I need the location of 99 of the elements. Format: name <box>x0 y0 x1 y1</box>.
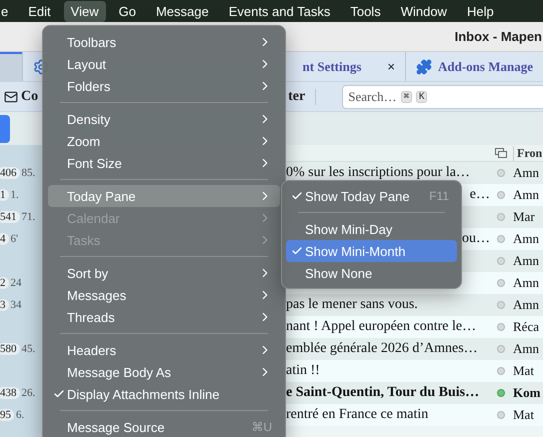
unread-count: 4 <box>0 233 8 245</box>
message-subject: 0% sur les inscriptions pour la… <box>286 165 470 181</box>
tab-label: Add-ons Manage <box>438 58 533 74</box>
message-sender: Amn <box>512 297 540 313</box>
menu-item[interactable]: Display Attachments Inline <box>48 383 280 405</box>
menu-item[interactable]: Font Size <box>48 152 280 174</box>
menu-item[interactable]: Folders <box>48 75 280 97</box>
status-dot[interactable] <box>497 169 505 177</box>
message-sender: Mar <box>512 209 536 225</box>
status-dot[interactable] <box>497 213 505 221</box>
compose-button[interactable]: Co <box>4 88 38 104</box>
message-sender: Amn <box>512 165 540 181</box>
search-field[interactable]: Search… ⌘ K <box>342 84 543 108</box>
folder-size: 6. <box>16 409 24 421</box>
menu-item[interactable]: Headers <box>48 339 280 361</box>
folder-size: 24 <box>10 277 22 289</box>
folder-size: 6' <box>10 233 18 245</box>
unread-count: 541 <box>0 211 20 223</box>
unread-count: 2 <box>0 277 8 289</box>
shortcut-text: F11 <box>429 189 449 203</box>
key-hint: K <box>416 90 428 102</box>
menu-bar-item[interactable]: Events and Tasks <box>222 0 338 22</box>
unread-count: 406 <box>0 167 20 179</box>
menu-bar-item[interactable]: Help <box>460 0 501 22</box>
menu-item[interactable]: Message Source ⌘U <box>48 416 280 437</box>
menu-item[interactable]: Threads <box>48 306 280 328</box>
menu-bar-item[interactable]: Tools <box>343 0 388 22</box>
filter-button[interactable]: ter <box>288 88 316 104</box>
status-dot[interactable] <box>497 235 505 243</box>
message-sender: Amn <box>512 231 540 247</box>
message-sender: Amn <box>512 341 540 357</box>
message-sender: Amn <box>512 253 540 269</box>
menu-item[interactable]: Show Mini-Day <box>286 218 457 240</box>
menu-bar-item[interactable]: View <box>64 0 106 22</box>
status-dot[interactable] <box>497 411 505 419</box>
menu-item[interactable]: Show Mini-Month <box>286 240 457 262</box>
column-header[interactable]: Fron <box>513 146 543 160</box>
menu-item[interactable]: Zoom <box>48 130 280 152</box>
quick-filter-button[interactable] <box>0 114 10 142</box>
message-subject: e Saint-Quentin, Tour du Buis… <box>286 385 480 401</box>
key-hint: ⌘ <box>400 90 412 102</box>
menu-item[interactable]: Density <box>48 108 280 130</box>
unread-count: 3 <box>0 299 8 311</box>
folder-size: 1. <box>10 189 19 201</box>
status-dot[interactable] <box>497 301 505 309</box>
checkmark-icon <box>291 190 303 202</box>
checkmark-icon <box>291 245 303 257</box>
menu-bar-item[interactable]: Message <box>148 0 216 22</box>
unread-count: 1 <box>0 189 8 201</box>
status-dot[interactable] <box>497 345 505 353</box>
tab-label: nt Settings <box>302 58 362 74</box>
menu-item[interactable]: Messages <box>48 284 280 306</box>
status-dot[interactable] <box>497 279 505 287</box>
message-sender: Amn <box>512 187 540 203</box>
folder-size: 85. <box>22 167 36 179</box>
close-icon[interactable]: × <box>387 59 395 74</box>
unread-count: 95 <box>0 409 14 421</box>
status-dot[interactable] <box>497 367 505 375</box>
message-sender: Mat <box>512 407 535 423</box>
message-subject: nant ! Appel européen contre le… <box>286 319 476 335</box>
message-subject: emblée générale 2026 d’Amnes… <box>286 341 478 357</box>
tab[interactable] <box>0 52 22 81</box>
shortcut-text: ⌘U <box>251 420 272 434</box>
menu-item[interactable]: Show None <box>286 262 457 284</box>
menu-bar-item[interactable]: e <box>0 0 16 22</box>
message-subject: pas le mener sans vous. <box>286 297 418 313</box>
tab[interactable]: Add-ons Manage <box>405 52 543 81</box>
puzzle-icon <box>416 58 432 74</box>
menu-bar-item[interactable]: Edit <box>21 0 58 22</box>
menu-item[interactable]: Today Pane <box>48 185 280 207</box>
menu-bar-item[interactable]: Window <box>394 0 454 22</box>
unread-count: 438 <box>0 387 20 399</box>
folder-size: 34 <box>10 299 22 311</box>
envelope-icon <box>4 90 18 104</box>
menu-item[interactable]: Toolbars <box>48 31 280 53</box>
folder-size: 26. <box>22 387 36 399</box>
thread-icon[interactable] <box>495 148 507 158</box>
menu-item[interactable]: Message Body As <box>48 361 280 383</box>
status-dot[interactable] <box>497 191 505 199</box>
checkmark-icon <box>53 388 65 400</box>
status-dot[interactable] <box>497 257 505 265</box>
message-sender: Amn <box>512 275 540 291</box>
status-dot[interactable] <box>497 323 505 331</box>
message-subject: e… <box>470 187 490 203</box>
message-sender: Réca <box>512 319 540 335</box>
status-dot[interactable] <box>497 389 505 397</box>
message-subject: ou… <box>462 231 490 247</box>
menu-bar-item[interactable]: Go <box>112 0 143 22</box>
menu-item[interactable]: Sort by <box>48 262 280 284</box>
menu-item[interactable]: Layout <box>48 53 280 75</box>
message-sender: Kom <box>512 385 542 401</box>
folder-size: 71. <box>22 211 36 223</box>
folder-size: 45. <box>22 343 36 355</box>
unread-count: 580 <box>0 343 20 355</box>
message-subject: atin !! <box>286 363 320 379</box>
menu-item[interactable]: Show Today Pane F11 <box>286 185 457 207</box>
message-subject: rentré en France ce matin <box>286 407 428 423</box>
window-title: Inbox - Mapen <box>454 29 542 44</box>
message-sender: Mat <box>512 363 535 379</box>
